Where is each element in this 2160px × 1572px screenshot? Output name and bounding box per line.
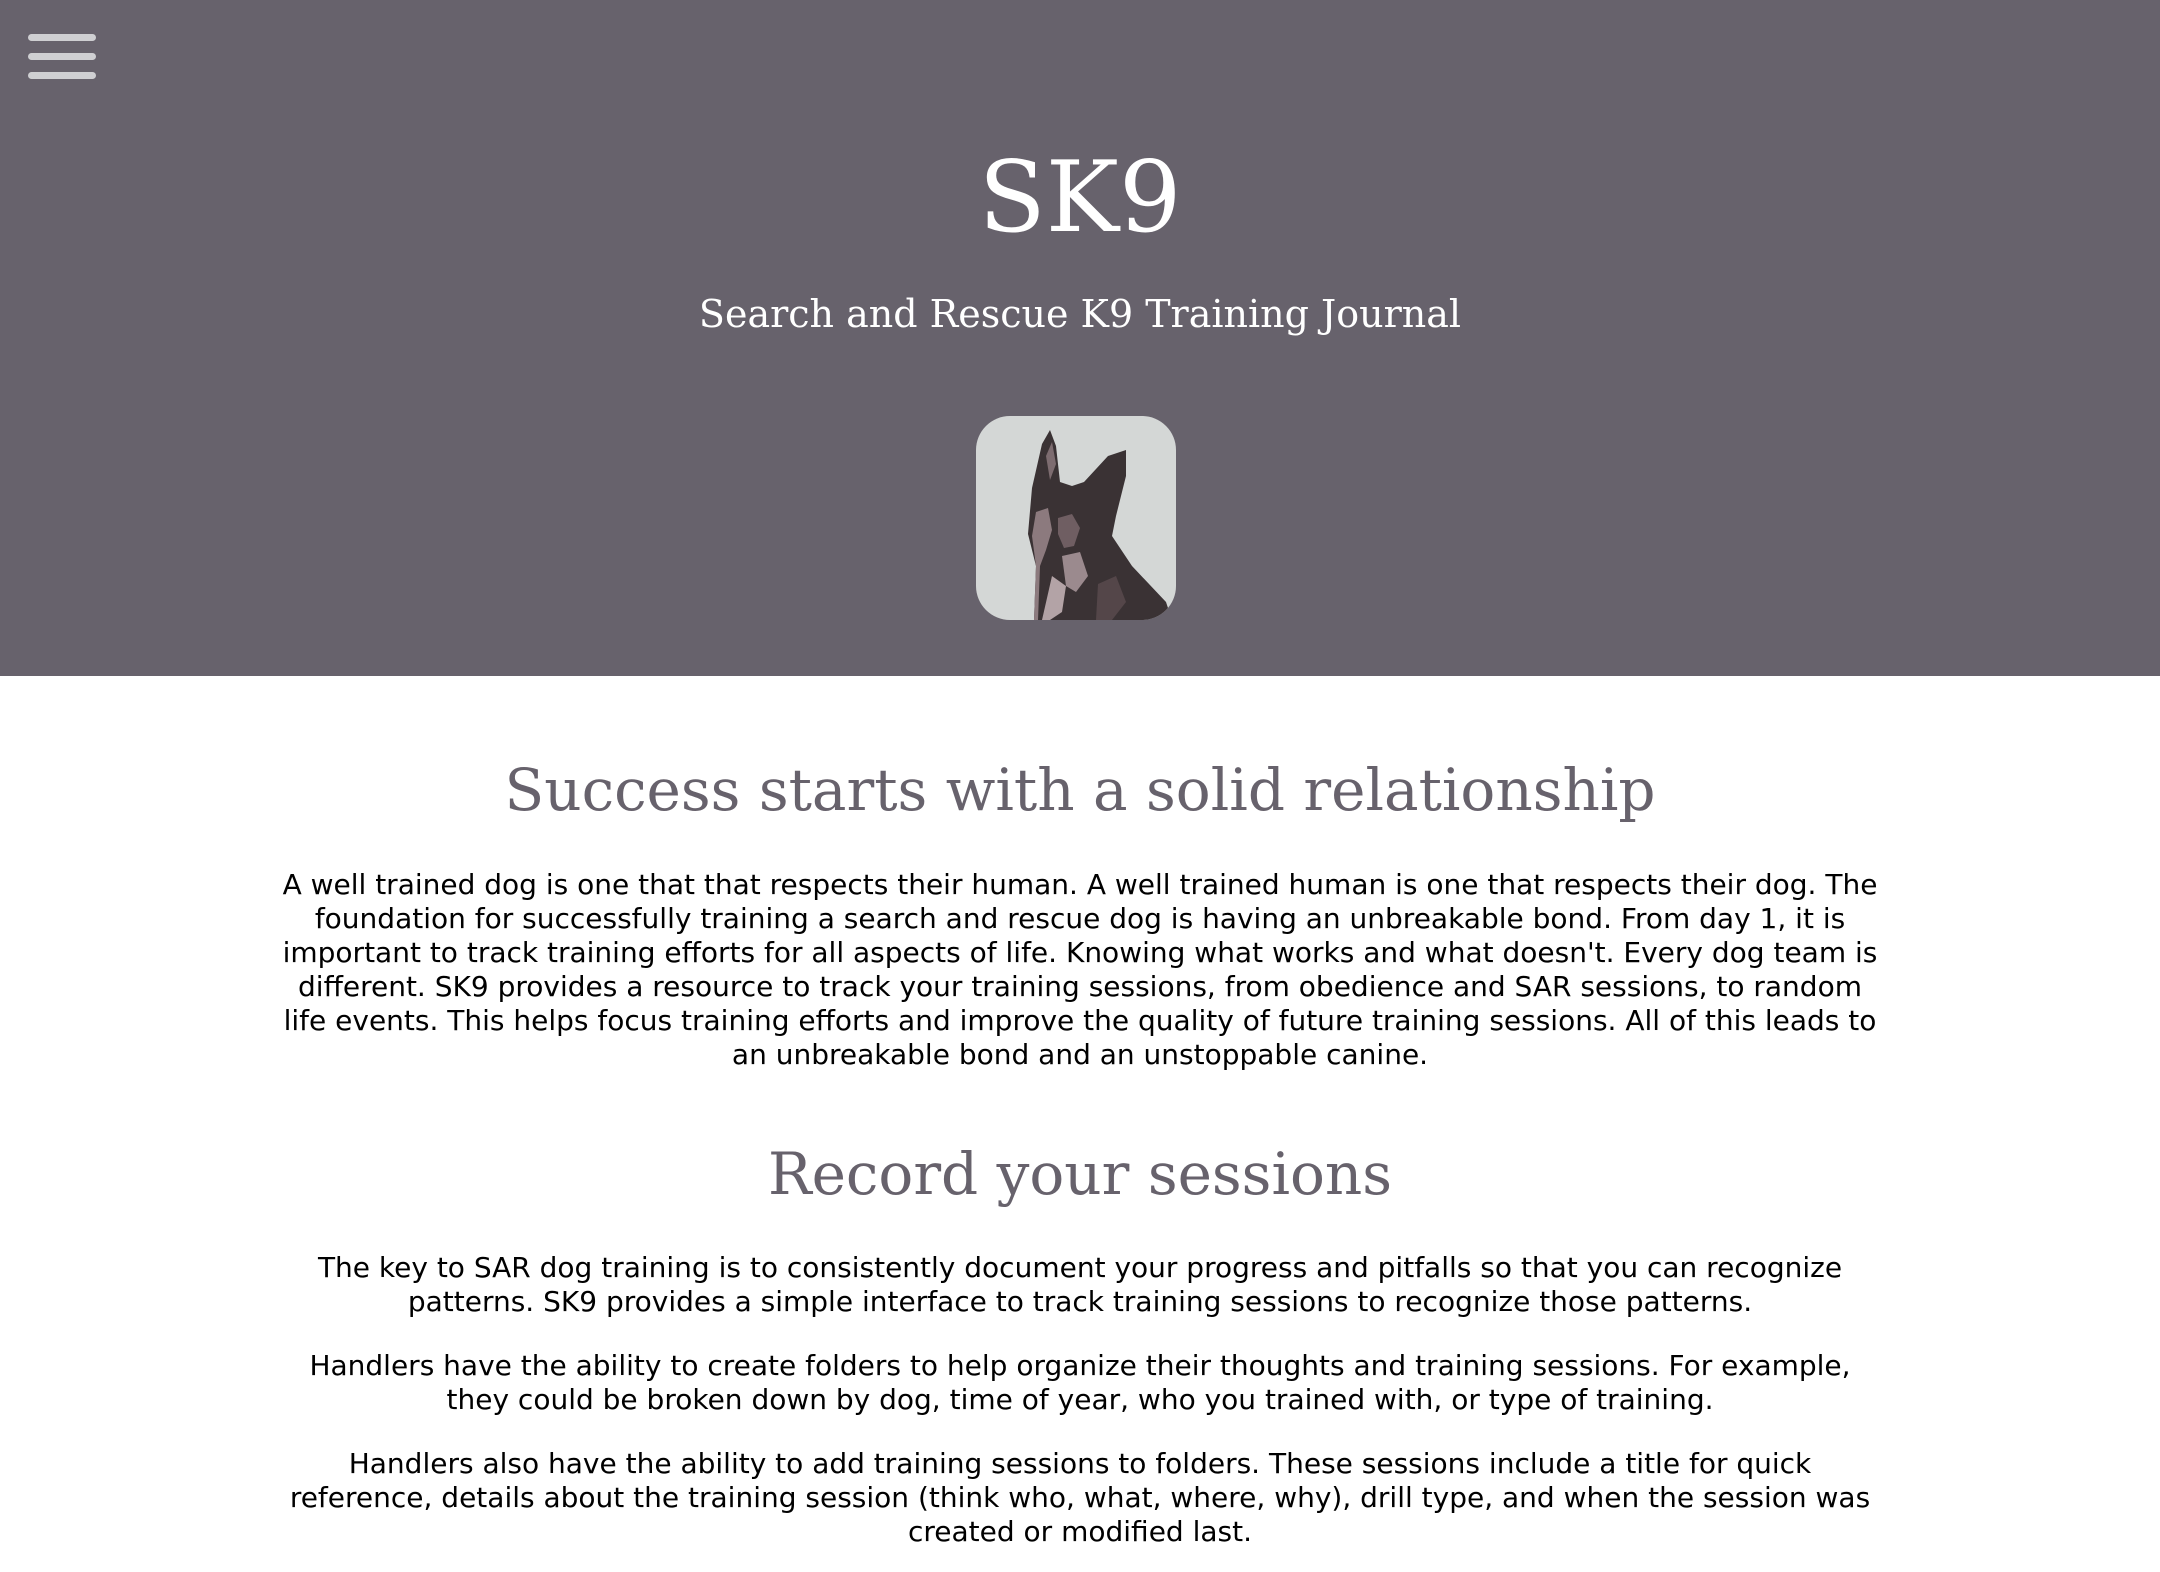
section-heading: Record your sessions — [767, 1140, 1393, 1208]
section-paragraph: Handlers have the ability to create fold… — [309, 1349, 1851, 1416]
section-paragraph: Handlers also have the ability to add tr… — [289, 1447, 1871, 1548]
section-heading: Success starts with a solid relationship — [504, 756, 1656, 824]
hamburger-menu-icon[interactable] — [28, 34, 98, 82]
dog-icon — [1028, 430, 1172, 620]
site-subtitle: Search and Rescue K9 Training Journal — [698, 292, 1462, 336]
menu-bar — [28, 72, 96, 79]
hero-banner: SK9 Search and Rescue K9 Training Journa… — [0, 0, 2160, 676]
site-title: SK9 — [978, 141, 1182, 255]
section-paragraph: The key to SAR dog training is to consis… — [317, 1251, 1843, 1318]
menu-bar — [28, 34, 96, 41]
menu-bar — [28, 53, 96, 60]
dog-silhouette-logo — [976, 416, 1176, 620]
section-paragraph: A well trained dog is one that that resp… — [282, 868, 1878, 1071]
